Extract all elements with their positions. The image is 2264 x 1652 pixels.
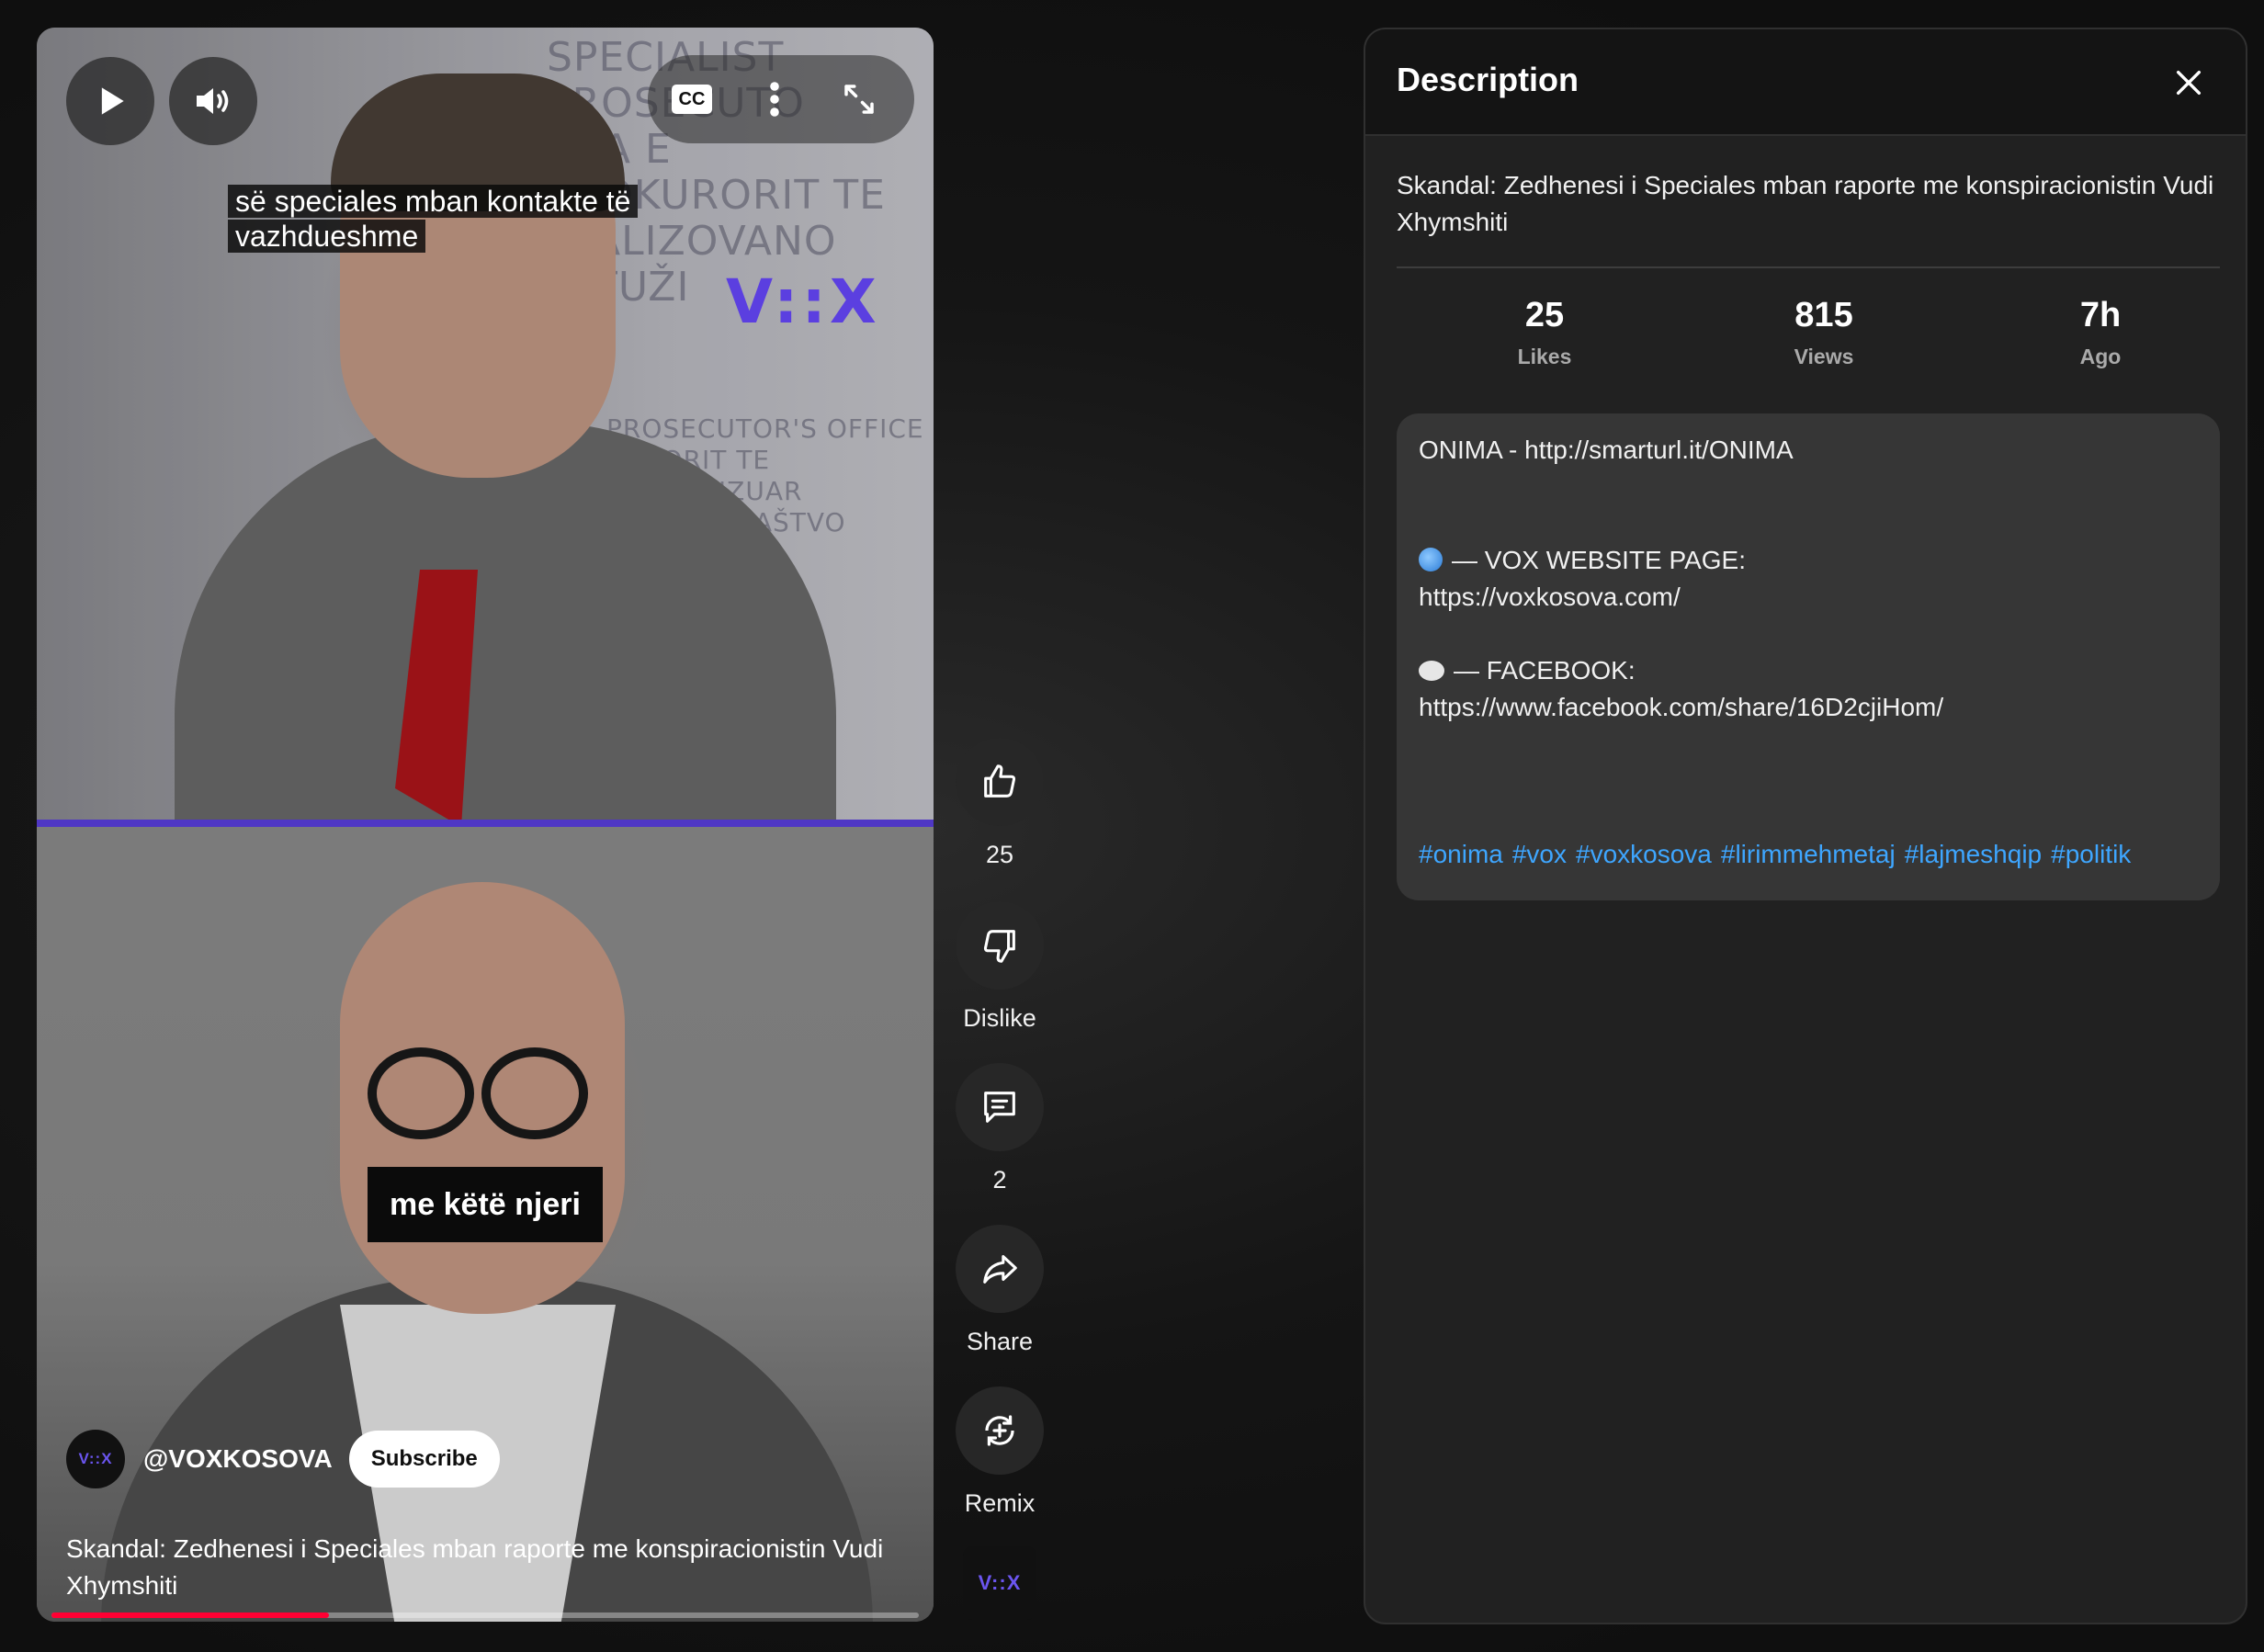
website-heading: — VOX WEBSITE PAGE: <box>1419 542 1746 579</box>
hashtag-link[interactable]: #lajmeshqip <box>1905 840 2042 868</box>
close-icon <box>2176 70 2202 96</box>
stat-value: 815 <box>1794 296 1853 334</box>
speech-bubble-icon <box>1419 661 1444 681</box>
burned-in-caption: me këtë njeri <box>368 1167 603 1242</box>
description-video-title: Skandal: Zedhenesi i Speciales mban rapo… <box>1397 171 2214 236</box>
facebook-label: — FACEBOOK: <box>1454 656 1636 685</box>
facebook-heading: — FACEBOOK: <box>1419 652 1636 689</box>
hashtag-link[interactable]: #politik <box>2051 840 2131 868</box>
remix-button[interactable] <box>956 1386 1044 1475</box>
stat-label: Views <box>1794 345 1854 368</box>
comments-action: 2 <box>956 1063 1044 1194</box>
comment-icon <box>984 1092 1015 1123</box>
video-title[interactable]: Skandal: Zedhenesi i Speciales mban rapo… <box>66 1531 911 1604</box>
description-panel-header: Description <box>1365 29 2246 136</box>
description-panel: Description Skandal: Zedhenesi i Special… <box>1364 28 2247 1624</box>
fullscreen-button[interactable] <box>822 55 896 143</box>
volume-icon <box>197 88 229 114</box>
channel-name-link[interactable]: @VOXKOSOVA <box>143 1444 333 1474</box>
closed-caption-line: së speciales mban kontakte të <box>228 185 639 218</box>
cc-label: CC <box>678 88 706 109</box>
description-text-box: ONIMA - http://smarturl.it/ONIMA — VOX W… <box>1397 413 2220 900</box>
hashtag-link[interactable]: #vox <box>1512 840 1567 868</box>
share-button[interactable] <box>956 1225 1044 1313</box>
stat-value: 7h <box>2079 296 2122 334</box>
vox-watermark-logo: V::X <box>726 266 880 337</box>
close-panel-button[interactable] <box>2163 57 2214 108</box>
fullscreen-icon <box>844 85 874 114</box>
panel-title: Description <box>1397 61 1579 98</box>
hashtag-list: #onima #vox #voxkosova #lirimmehmetaj #lajme… <box>1419 836 2140 873</box>
play-button[interactable] <box>66 57 154 145</box>
share-action: Share <box>956 1225 1044 1356</box>
stat-label: Ago <box>2079 345 2122 368</box>
captions-button[interactable]: CC <box>659 55 725 143</box>
volume-button[interactable] <box>169 57 257 145</box>
sound-source-avatar[interactable]: V::X <box>963 1546 1036 1620</box>
hashtag-link[interactable]: #lirimmehmetaj <box>1721 840 1896 868</box>
more-vert-icon <box>770 82 779 117</box>
description-line: ONIMA - http://smarturl.it/ONIMA <box>1419 436 1794 464</box>
closed-caption-line: vazhdueshme <box>228 220 426 253</box>
video-player[interactable]: SPECIALIST PROSECUTO VRA E PROKURORIT TE… <box>37 28 934 1622</box>
progress-bar-fill <box>51 1612 330 1618</box>
cc-icon: CC <box>672 85 712 114</box>
hashtag-link[interactable]: #voxkosova <box>1576 840 1712 868</box>
hashtag-link[interactable]: #onima <box>1419 840 1503 868</box>
thumbs-down-icon <box>983 930 1015 963</box>
website-link[interactable]: https://voxkosova.com/ <box>1419 579 1681 616</box>
dislike-label: Dislike <box>963 1004 1036 1032</box>
play-icon <box>101 87 124 115</box>
share-icon <box>983 1255 1017 1284</box>
stat-ago: 7h Ago <box>1999 296 2202 369</box>
remix-action: Remix <box>956 1386 1044 1518</box>
like-button[interactable] <box>956 738 1044 826</box>
comments-button[interactable] <box>956 1063 1044 1151</box>
player-controls-pill: CC <box>648 55 914 143</box>
dislike-action: Dislike <box>956 901 1044 1033</box>
website-label: — VOX WEBSITE PAGE: <box>1452 546 1746 574</box>
shorts-page: SPECIALIST PROSECUTO VRA E PROKURORIT TE… <box>0 0 2264 1652</box>
divider <box>1397 266 2220 268</box>
channel-row: V::X @VOXKOSOVA Subscribe <box>66 1430 500 1488</box>
like-count: 25 <box>985 841 1014 868</box>
stat-likes: 25 Likes <box>1443 296 1646 369</box>
channel-avatar[interactable]: V::X <box>66 1430 125 1488</box>
dislike-button[interactable] <box>956 901 1044 990</box>
comment-count: 2 <box>992 1166 1007 1194</box>
thumbs-up-icon <box>984 764 1016 798</box>
closed-caption: së speciales mban kontakte të vazhdueshm… <box>228 184 639 254</box>
globe-icon <box>1419 548 1443 571</box>
share-label: Share <box>966 1328 1034 1355</box>
facebook-link[interactable]: https://www.facebook.com/share/16D2cjiHo… <box>1419 689 1943 726</box>
more-options-button[interactable] <box>747 55 802 143</box>
remix-icon <box>985 1415 1014 1446</box>
stat-value: 25 <box>1524 296 1565 334</box>
remix-label: Remix <box>964 1489 1036 1517</box>
stat-views: 815 Views <box>1723 296 1925 369</box>
progress-bar[interactable] <box>51 1612 919 1618</box>
subscribe-button[interactable]: Subscribe <box>348 1431 500 1488</box>
like-action: 25 <box>956 738 1044 869</box>
stat-label: Likes <box>1517 345 1572 368</box>
